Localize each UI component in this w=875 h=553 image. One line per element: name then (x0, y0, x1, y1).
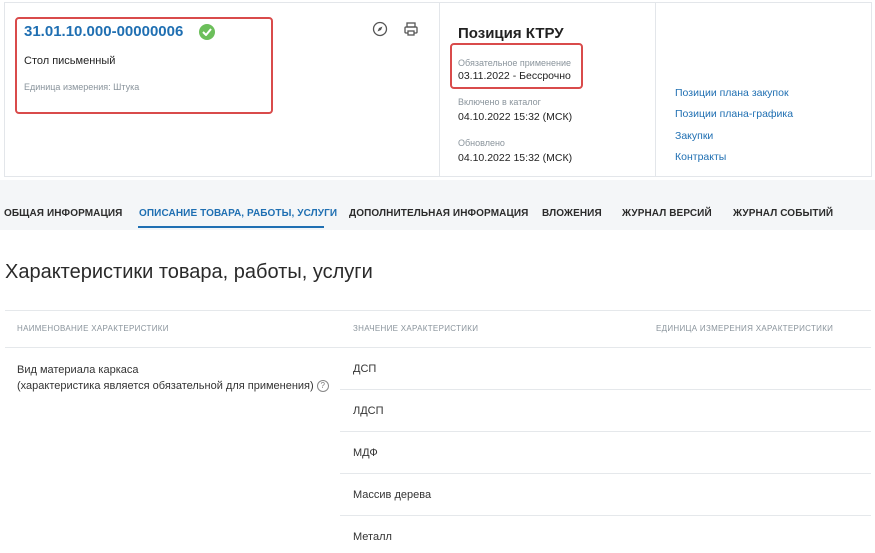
tab-version-log[interactable]: ЖУРНАЛ ВЕРСИЙ (622, 208, 712, 219)
updated-value: 04.10.2022 15:32 (МСК) (458, 152, 573, 164)
value-cell: ЛДСП (353, 405, 384, 417)
active-tab-indicator (138, 226, 324, 228)
tab-event-log[interactable]: ЖУРНАЛ СОБЫТИЙ (733, 208, 833, 219)
column-header-name: НАИМЕНОВАНИЕ ХАРАКТЕРИСТИКИ (17, 324, 169, 333)
value-cell: Массив дерева (353, 489, 432, 501)
unit-of-measure: Единица измерения: Штука (24, 82, 140, 92)
link-schedule-plan[interactable]: Позиции плана-графика (675, 108, 793, 120)
ktru-title: Позиция КТРУ (458, 25, 564, 42)
characteristic-name: Вид материала каркаса (17, 364, 139, 376)
row-divider (340, 431, 871, 432)
mandatory-label: Обязательное применение (458, 58, 571, 68)
row-divider (340, 389, 871, 390)
print-icon[interactable] (403, 21, 419, 37)
characteristic-note-row: (характеристика является обязательной дл… (17, 378, 329, 394)
item-info-section: 31.01.10.000-00000006 Стол письменный Ед… (5, 3, 439, 176)
tab-additional-info[interactable]: ДОПОЛНИТЕЛЬНАЯ ИНФОРМАЦИЯ (349, 208, 528, 219)
characteristic-note: (характеристика является обязательной дл… (17, 380, 314, 392)
tab-bar: ОБЩАЯ ИНФОРМАЦИЯ ОПИСАНИЕ ТОВАРА, РАБОТЫ… (0, 180, 875, 230)
ktru-position-section: Позиция КТРУ Обязательное применение 03.… (439, 3, 655, 176)
included-label: Включено в каталог (458, 97, 541, 107)
related-links-section: Позиции плана закупок Позиции плана-граф… (655, 3, 871, 176)
value-cell: МДФ (353, 447, 378, 459)
link-contracts[interactable]: Контракты (675, 151, 726, 163)
tab-attachments[interactable]: ВЛОЖЕНИЯ (542, 208, 602, 219)
column-header-value: ЗНАЧЕНИЕ ХАРАКТЕРИСТИКИ (353, 324, 479, 333)
row-divider (340, 515, 871, 516)
divider (5, 310, 871, 311)
column-header-unit: ЕДИНИЦА ИЗМЕРЕНИЯ ХАРАКТЕРИСТИКИ (656, 324, 834, 333)
value-cell: Металл (353, 531, 392, 543)
verified-check-icon (199, 24, 215, 40)
product-name: Стол письменный (24, 55, 116, 67)
catalog-item-card: 31.01.10.000-00000006 Стол письменный Ед… (4, 2, 872, 177)
characteristic-name-cell: Вид материала каркаса (характеристика яв… (17, 362, 329, 394)
updated-label: Обновлено (458, 138, 505, 148)
row-divider (340, 473, 871, 474)
section-title: Характеристики товара, работы, услуги (5, 261, 373, 283)
tab-general-info[interactable]: ОБЩАЯ ИНФОРМАЦИЯ (4, 208, 122, 219)
divider (5, 347, 871, 348)
value-cell: ДСП (353, 363, 377, 375)
tab-product-description[interactable]: ОПИСАНИЕ ТОВАРА, РАБОТЫ, УСЛУГИ (139, 208, 337, 219)
included-value: 04.10.2022 15:32 (МСК) (458, 111, 573, 123)
help-icon[interactable]: ? (316, 380, 329, 393)
mandatory-value: 03.11.2022 - Бессрочно (458, 70, 571, 82)
item-code[interactable]: 31.01.10.000-00000006 (24, 23, 183, 40)
link-purchases[interactable]: Закупки (675, 130, 713, 142)
compass-icon[interactable] (372, 21, 388, 37)
link-purchase-plan[interactable]: Позиции плана закупок (675, 87, 789, 99)
